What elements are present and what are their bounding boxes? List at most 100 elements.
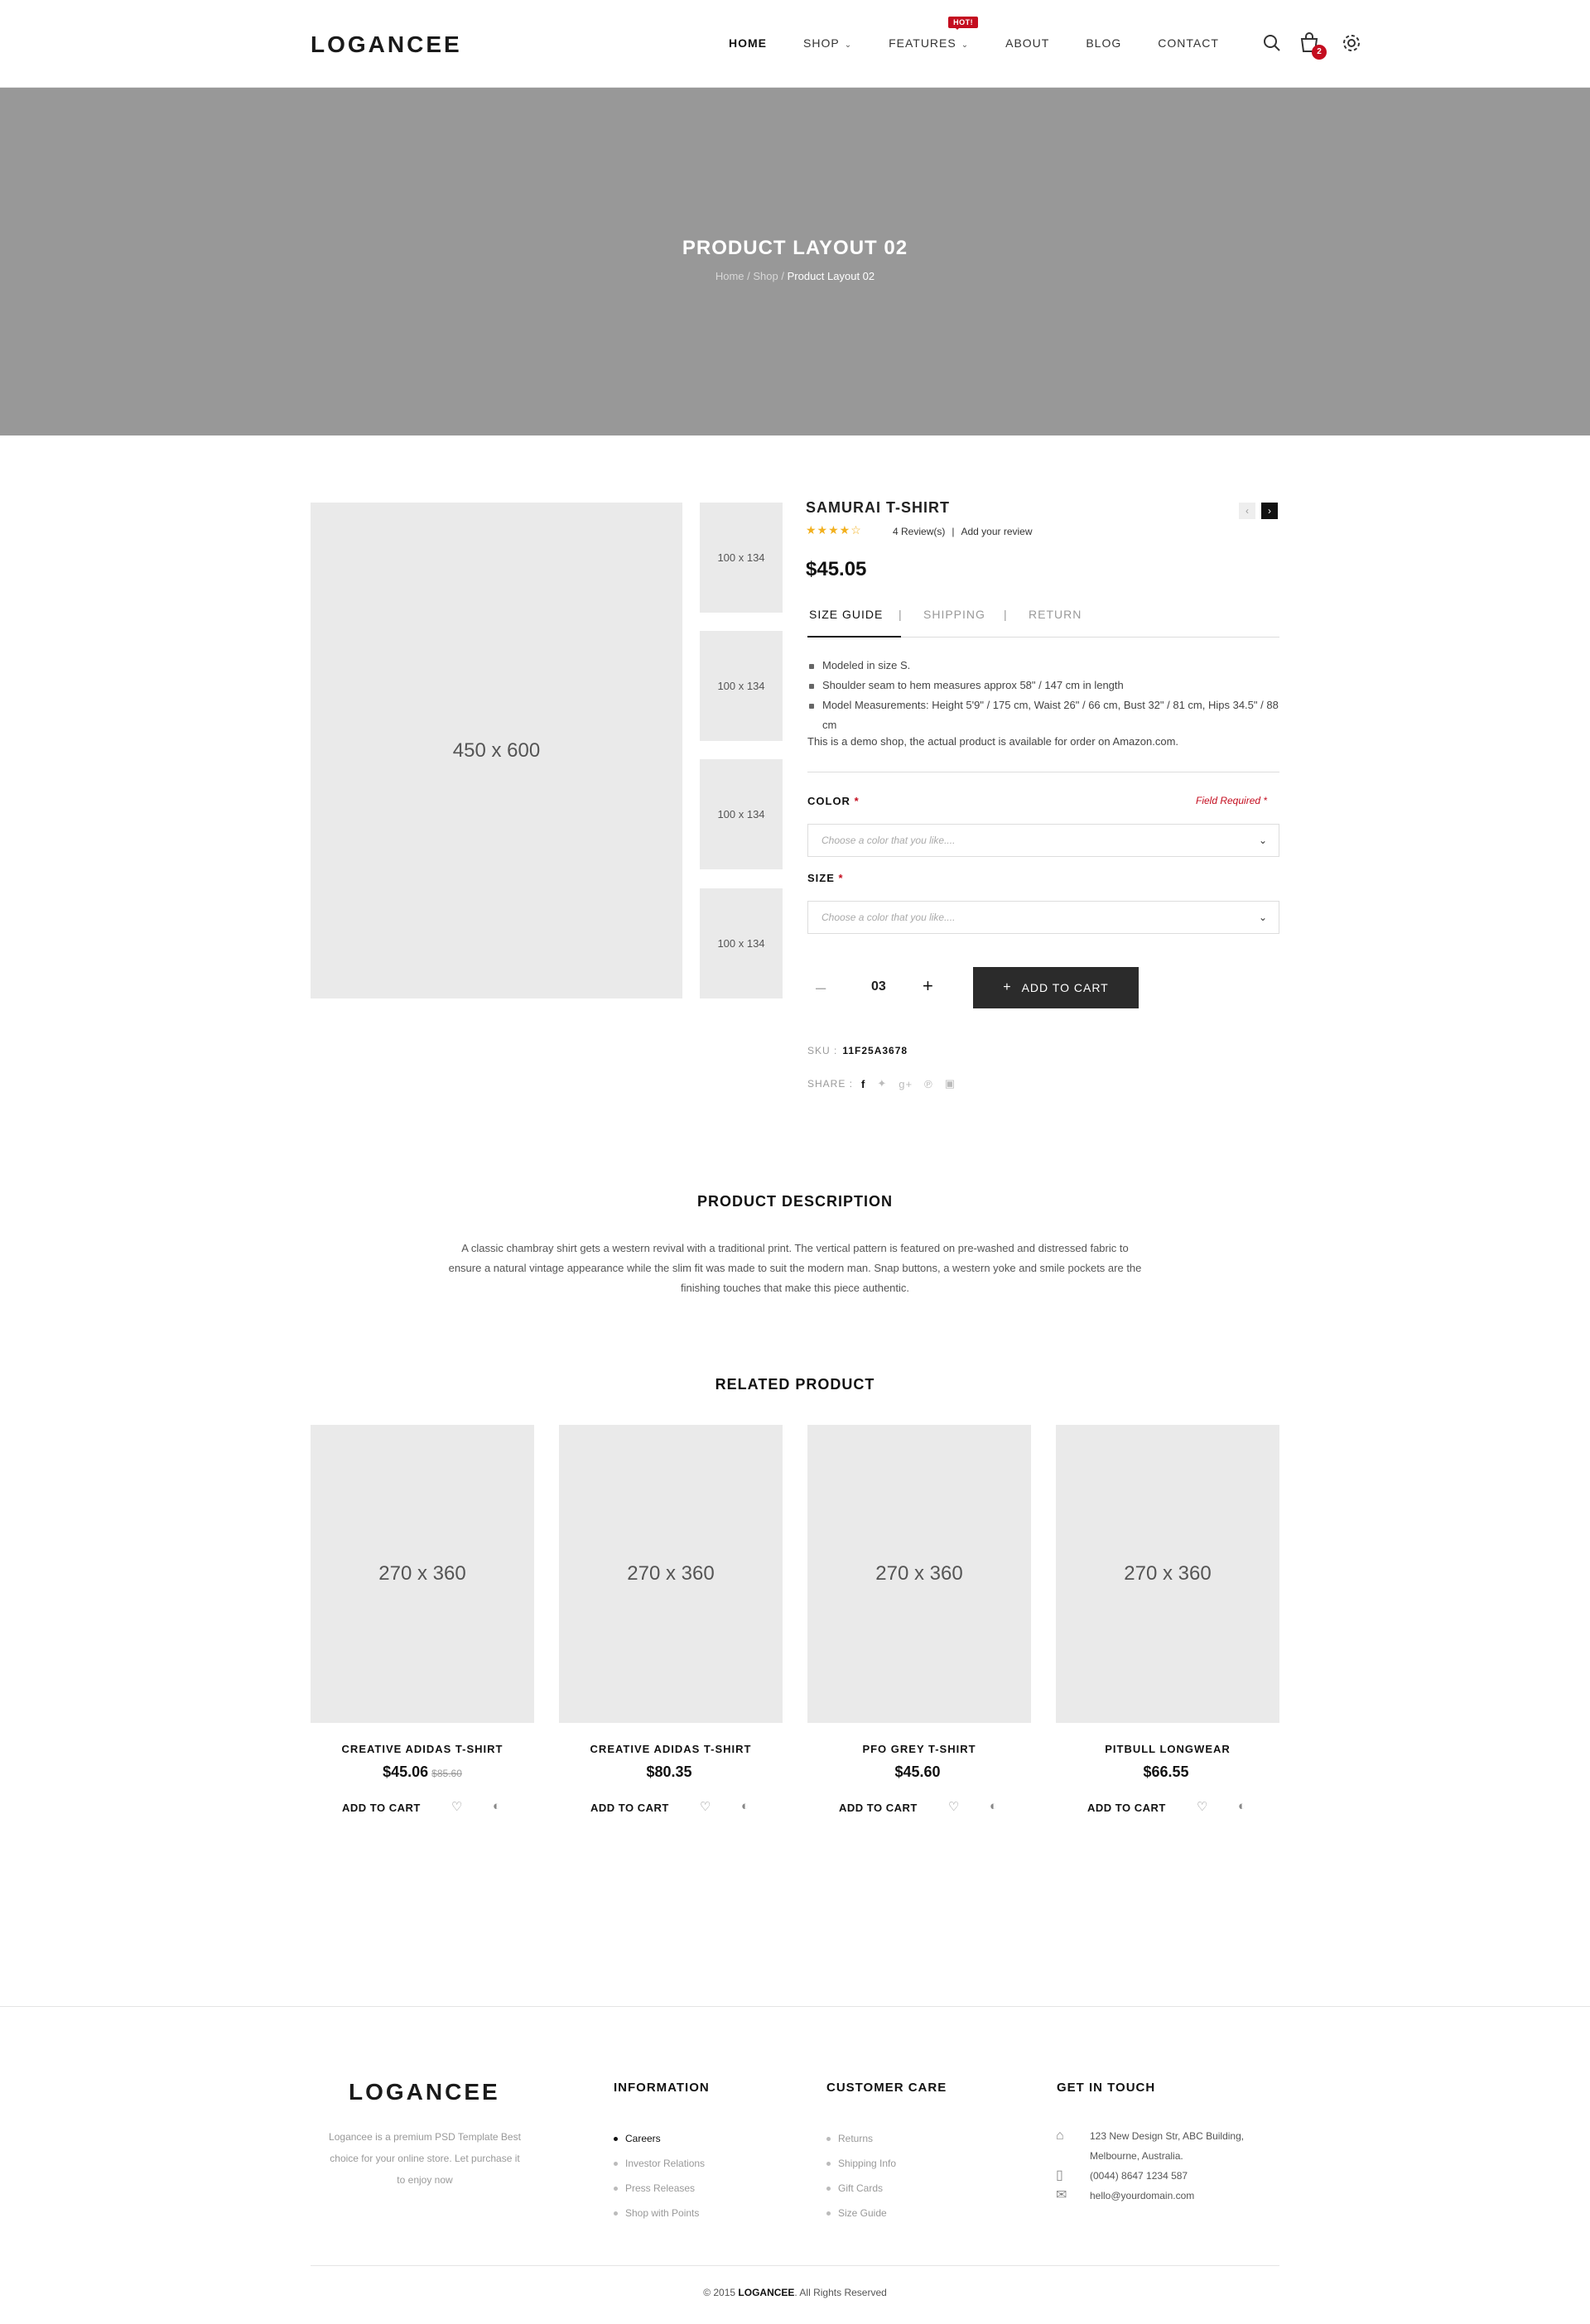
customer-care-list: Returns Shipping Info Gift Cards Size Gu… <box>826 2126 896 2225</box>
page-title: PRODUCT LAYOUT 02 <box>682 237 908 259</box>
field-required-note: Field Required * <box>1196 795 1268 806</box>
product-thumb[interactable]: 100 x 134 <box>700 503 783 613</box>
product-image[interactable]: 270 x 360 <box>807 1425 1031 1723</box>
product-price: $80.35 <box>559 1763 783 1781</box>
reviews-line: 4 Review(s) | Add your review <box>893 526 1033 537</box>
product-main-image[interactable]: 450 x 600 <box>311 503 682 998</box>
footer-link[interactable]: Press Releases <box>614 2176 705 2201</box>
product-price: $45.05 <box>806 558 867 580</box>
footer-logo[interactable]: LOGANCEE <box>349 2079 500 2105</box>
size-select[interactable]: Choose a color that you like.... ⌄ <box>807 901 1279 934</box>
footer-divider <box>0 2006 1590 2007</box>
tab-size-guide[interactable]: SIZE GUIDE <box>807 608 901 638</box>
nav-features-label: FEATURES <box>889 36 956 50</box>
related-title: RELATED PRODUCT <box>715 1376 875 1393</box>
footer-link[interactable]: Gift Cards <box>826 2176 896 2201</box>
nav-contact-label: CONTACT <box>1158 36 1219 50</box>
logo[interactable]: LOGANCEE <box>311 31 462 58</box>
contact-info: ⌂ 123 New Design Str, ABC Building, Melb… <box>1056 2126 1244 2206</box>
color-select[interactable]: Choose a color that you like.... ⌄ <box>807 824 1279 857</box>
sku-label: SKU : <box>807 1045 838 1056</box>
footer-divider <box>311 2265 1279 2266</box>
demo-note: This is a demo shop, the actual product … <box>807 735 1179 748</box>
address-line-1: 123 New Design Str, ABC Building, <box>1090 2130 1245 2142</box>
twitter-icon[interactable]: ✦ <box>877 1077 887 1090</box>
heart-icon[interactable]: ♡ <box>451 1799 462 1814</box>
product-name[interactable]: CREATIVE ADIDAS T-SHIRT <box>559 1743 783 1755</box>
compare-icon[interactable]: ◐ <box>741 1799 749 1813</box>
add-to-cart-link[interactable]: ADD TO CART <box>839 1802 918 1814</box>
phone-number[interactable]: (0044) 8647 1234 587 <box>1090 2166 1244 2186</box>
email-address[interactable]: hello@yourdomain.com <box>1090 2186 1244 2206</box>
nav-about[interactable]: ABOUT <box>1005 36 1049 50</box>
tab-shipping[interactable]: SHIPPING <box>923 608 985 638</box>
quantity-increment-button[interactable]: + <box>923 975 933 997</box>
list-item: Modeled in size S. <box>807 656 1279 676</box>
contact-heading: GET IN TOUCH <box>1057 2081 1156 2095</box>
nav-features[interactable]: HOT! FEATURES ⌄ <box>889 17 979 50</box>
product-image[interactable]: 270 x 360 <box>311 1425 534 1723</box>
compare-icon[interactable]: ◐ <box>1238 1799 1246 1813</box>
breadcrumb-current: Product Layout 02 <box>787 270 875 282</box>
product-image[interactable]: 270 x 360 <box>559 1425 783 1723</box>
tab-separator: | <box>1004 608 1007 621</box>
product-title: SAMURAI T-SHIRT <box>806 499 950 516</box>
envelope-icon: ✉ <box>1056 2188 1067 2202</box>
footer-link[interactable]: Shop with Points <box>614 2201 705 2225</box>
add-review-link[interactable]: Add your review <box>961 526 1032 537</box>
product-name[interactable]: PITBULL LONGWEAR <box>1056 1743 1279 1755</box>
chevron-down-icon: ⌄ <box>961 41 970 50</box>
add-to-cart-label: ADD TO CART <box>1021 981 1109 994</box>
heart-icon[interactable]: ♡ <box>1197 1799 1207 1814</box>
compare-icon[interactable]: ◐ <box>990 1799 997 1813</box>
review-count[interactable]: 4 Review(s) <box>893 526 945 537</box>
heart-icon[interactable]: ♡ <box>948 1799 959 1814</box>
product-thumb[interactable]: 100 x 134 <box>700 631 783 741</box>
address-row: ⌂ 123 New Design Str, ABC Building, Melb… <box>1056 2126 1244 2166</box>
quantity-decrement-button[interactable]: – <box>816 977 826 998</box>
compare-icon[interactable]: ◐ <box>493 1799 500 1813</box>
nav-blog-label: BLOG <box>1086 36 1122 50</box>
nav-contact[interactable]: CONTACT <box>1158 36 1219 50</box>
breadcrumb-shop[interactable]: Shop <box>753 270 778 282</box>
product-thumb[interactable]: 100 x 134 <box>700 888 783 998</box>
prev-product-button[interactable]: ‹ <box>1239 503 1255 519</box>
footer-link[interactable]: Shipping Info <box>826 2151 896 2176</box>
quantity-value[interactable]: 03 <box>871 979 886 994</box>
footer-link[interactable]: Investor Relations <box>614 2151 705 2176</box>
add-to-cart-link[interactable]: ADD TO CART <box>1087 1802 1166 1814</box>
pinterest-icon[interactable]: ℗ <box>924 1078 933 1090</box>
product-thumb[interactable]: 100 x 134 <box>700 759 783 869</box>
address-line-2: Melbourne, Australia. <box>1090 2150 1183 2162</box>
share-line: SHARE : f ✦ g+ ℗ ▣ <box>807 1077 956 1090</box>
product-name[interactable]: CREATIVE ADIDAS T-SHIRT <box>311 1743 534 1755</box>
heart-icon[interactable]: ♡ <box>700 1799 711 1814</box>
cart-count-badge: 2 <box>1312 45 1327 60</box>
nav-home[interactable]: HOME <box>729 36 767 50</box>
old-price: $85.60 <box>431 1768 462 1779</box>
tab-return[interactable]: RETURN <box>1029 608 1082 638</box>
product-image[interactable]: 270 x 360 <box>1056 1425 1279 1723</box>
nav-shop[interactable]: SHOP ⌄ <box>803 36 852 50</box>
description-text: A classic chambray shirt gets a western … <box>448 1242 1142 1294</box>
breadcrumb-home[interactable]: Home <box>716 270 744 282</box>
instagram-icon[interactable]: ▣ <box>945 1077 956 1090</box>
gear-icon[interactable] <box>1340 31 1363 55</box>
footer-link[interactable]: Size Guide <box>826 2201 896 2225</box>
information-heading: INFORMATION <box>614 2081 710 2095</box>
add-to-cart-link[interactable]: ADD TO CART <box>590 1802 669 1814</box>
next-product-button[interactable]: › <box>1261 503 1278 519</box>
footer-link[interactable]: Returns <box>826 2126 896 2151</box>
footer-link[interactable]: Careers <box>614 2126 705 2151</box>
search-icon[interactable] <box>1260 31 1284 55</box>
google-plus-icon[interactable]: g+ <box>899 1078 913 1090</box>
card-actions: ADD TO CART ♡ ◐ <box>559 1797 783 1822</box>
nav-blog[interactable]: BLOG <box>1086 36 1121 50</box>
current-price: $45.06 <box>383 1763 429 1780</box>
add-to-cart-button[interactable]: + ADD TO CART <box>973 967 1139 1008</box>
card-actions: ADD TO CART ♡ ◐ <box>311 1797 534 1822</box>
add-to-cart-link[interactable]: ADD TO CART <box>342 1802 421 1814</box>
product-name[interactable]: PFO GREY T-SHIRT <box>807 1743 1031 1755</box>
facebook-icon[interactable]: f <box>861 1078 865 1090</box>
size-select-placeholder: Choose a color that you like.... <box>822 912 956 923</box>
